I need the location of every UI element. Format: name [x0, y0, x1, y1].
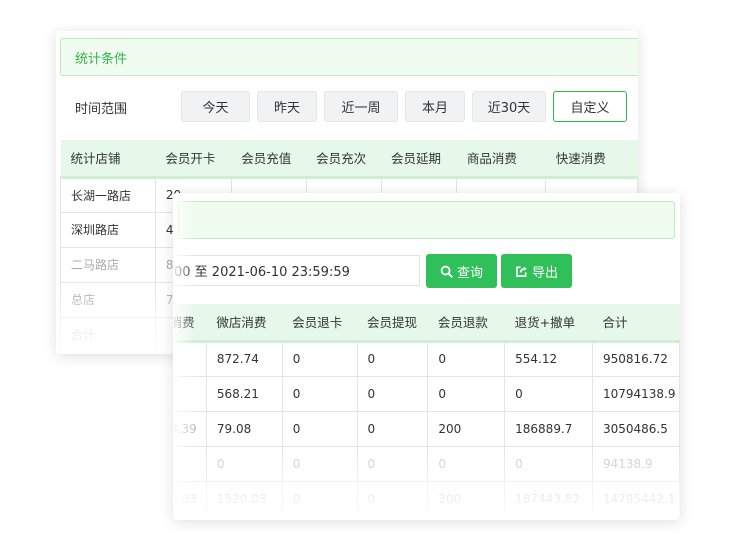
this-month-button[interactable]: 本月 — [405, 91, 465, 122]
cell: 0 — [356, 480, 429, 517]
cell: 200 — [427, 480, 506, 517]
cell: 0 — [427, 375, 506, 412]
date-range-input[interactable]: 00 至 2021-06-10 23:59:59 — [173, 255, 420, 286]
time-range-label: 时间范围 — [75, 102, 128, 117]
front-stats-table: 消费 微店消费 会员退卡 会员提现 会员退款 退货+撤单 合计 872.74 0… — [173, 304, 680, 517]
cell: 186889.7 — [504, 410, 593, 447]
col-member-refund: 会员退款 — [427, 304, 505, 343]
custom-range-button[interactable]: 自定义 — [553, 91, 627, 122]
export-button[interactable]: 导出 — [501, 254, 572, 288]
table-header-row: 统计店铺 会员开卡 会员充值 会员充次 会员延期 商品消费 快速消费 — [60, 140, 638, 179]
cell: 0 — [281, 375, 358, 412]
cell — [173, 445, 207, 482]
col-goods-consume: 商品消费 — [456, 140, 546, 179]
col-member-extend: 会员延期 — [381, 140, 457, 179]
table-row: 568.21 0 0 0 0 10794138.9 — [173, 375, 680, 412]
yesterday-button[interactable]: 昨天 — [257, 91, 317, 122]
cell: 长湖一路店 — [60, 176, 156, 213]
query-label: 查询 — [456, 265, 483, 281]
cell: 1520.03 — [205, 480, 283, 517]
cell: 3.39 — [173, 410, 207, 447]
cell: 79.08 — [205, 410, 283, 447]
cell: 0 — [356, 375, 429, 412]
col-member-count-recharge: 会员充次 — [306, 140, 381, 179]
cell: 0 — [281, 410, 358, 447]
cell: 5.03 — [173, 480, 207, 517]
col-member-refund-card: 会员退卡 — [282, 304, 357, 343]
cell: 0 — [504, 445, 593, 482]
cell: 568.21 — [205, 375, 283, 412]
time-range-buttons: 今天 昨天 近一周 本月 近30天 自定义 — [181, 91, 634, 122]
result-header — [178, 201, 675, 239]
cell: 0 — [427, 445, 506, 482]
cell: 0 — [281, 480, 358, 517]
cell: 200 — [427, 410, 506, 447]
cell: 0 — [504, 375, 593, 412]
cell: 950816.72 — [591, 340, 680, 377]
cell: 0 — [281, 340, 358, 377]
col-consume-partial: 消费 — [173, 304, 207, 343]
cell: 合计 — [60, 316, 156, 353]
cell: 总店 — [60, 281, 156, 318]
cell: 0 — [356, 340, 429, 377]
cell: 0 — [281, 445, 358, 482]
table-header-row: 消费 微店消费 会员退卡 会员提现 会员退款 退货+撤单 合计 — [173, 304, 680, 343]
cell: 二马路店 — [60, 246, 156, 283]
col-member-open: 会员开卡 — [155, 140, 232, 179]
cell — [173, 375, 207, 412]
cell: 深圳路店 — [60, 211, 156, 248]
col-store: 统计店铺 — [60, 140, 156, 179]
cell: 94138.9 — [591, 445, 680, 482]
last-30-days-button[interactable]: 近30天 — [472, 91, 546, 122]
last-week-button[interactable]: 近一周 — [324, 91, 398, 122]
col-member-withdraw: 会员提现 — [357, 304, 428, 343]
cell: 10794138.9 — [591, 375, 680, 412]
table-row: 872.74 0 0 0 554.12 950816.72 — [173, 340, 680, 377]
cell: 187443.82 — [504, 480, 593, 517]
search-icon — [440, 265, 453, 278]
table-row: 3.39 79.08 0 0 200 186889.7 3050486.5 — [173, 410, 680, 447]
cell: 0 — [356, 410, 429, 447]
condition-header: 统计条件 — [60, 38, 638, 76]
col-microstore-consume: 微店消费 — [206, 304, 283, 343]
table-row: 0 0 0 0 0 94138.9 — [173, 445, 680, 482]
cell: 14795442.1 — [591, 480, 680, 517]
col-total: 合计 — [592, 304, 680, 343]
col-return-cancel: 退货+撤单 — [504, 304, 593, 343]
export-icon — [516, 265, 527, 277]
cell: 0 — [356, 445, 429, 482]
cell: 3050486.5 — [591, 410, 680, 447]
today-button[interactable]: 今天 — [181, 91, 250, 122]
export-label: 导出 — [531, 265, 558, 281]
cell: 0 — [205, 445, 283, 482]
cell: 0 — [427, 340, 506, 377]
query-button[interactable]: 查询 — [426, 254, 497, 288]
col-quick-consume: 快速消费 — [545, 140, 638, 179]
cell: 872.74 — [205, 340, 283, 377]
col-member-recharge: 会员充值 — [231, 140, 307, 179]
stats-result-card-front: 00 至 2021-06-10 23:59:59 查询 导出 消费 微店消费 会… — [173, 193, 680, 520]
cell: 554.12 — [504, 340, 593, 377]
cell — [173, 340, 207, 377]
table-row: 5.03 1520.03 0 0 200 187443.82 14795442.… — [173, 480, 680, 517]
